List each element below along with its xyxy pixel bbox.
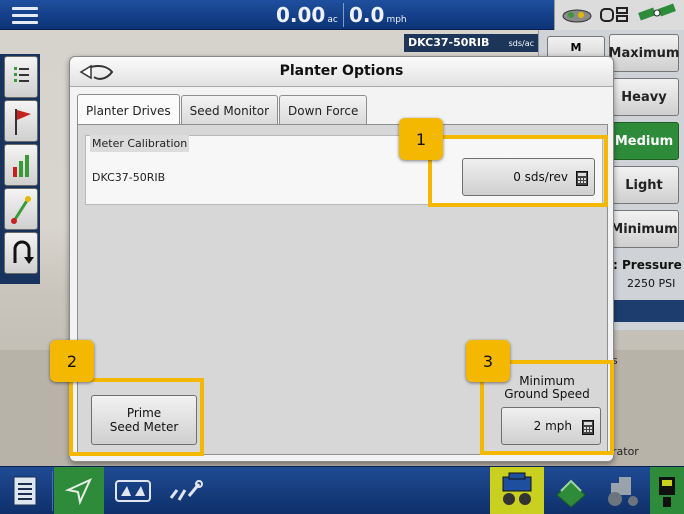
pressure-label: : Pressure: [613, 258, 682, 272]
rate-light-button[interactable]: Light: [609, 166, 679, 204]
left-tool-strip: [0, 54, 40, 284]
hybrid-tag: DKC37-50RIB sds/ac: [404, 34, 538, 52]
tractor-icon: [608, 477, 638, 506]
toolbar-separator: [52, 471, 53, 511]
u-turn-tool[interactable]: [4, 232, 38, 274]
flag-tool[interactable]: [4, 100, 38, 142]
display-button[interactable]: [650, 467, 684, 514]
display-link-icon: [600, 7, 628, 22]
menu-icon[interactable]: [12, 7, 38, 25]
meter-calibration-legend: Meter Calibration: [90, 135, 190, 152]
document-icon: [13, 476, 37, 506]
readout-divider: [343, 3, 344, 27]
implement-wrench-icon: [169, 480, 203, 501]
callout-badge-3: 3: [466, 340, 510, 382]
checklist-icon: [14, 67, 29, 82]
area-unit: ac: [327, 15, 338, 25]
guidance-button[interactable]: [54, 467, 104, 514]
top-status-bar: 0.00 ac 0.0 mph: [0, 0, 684, 30]
status-icon-tray[interactable]: [554, 0, 684, 30]
tab-seed-monitor[interactable]: Seed Monitor: [180, 95, 279, 125]
layers-button[interactable]: [546, 467, 596, 514]
rate-heavy-button[interactable]: Heavy: [609, 78, 679, 116]
hybrid-tag-unit: sds/ac: [508, 39, 534, 48]
background-partial-text-2: rator: [612, 445, 639, 458]
tractor-button[interactable]: [598, 467, 648, 514]
hybrid-name: DKC37-50RIB: [92, 171, 166, 184]
speed-value: 0.0: [349, 3, 385, 27]
callout-box-2: [69, 378, 204, 456]
bar-chart-icon: [13, 155, 29, 177]
field-map-icon: [115, 480, 151, 502]
planter-button[interactable]: [490, 467, 544, 514]
rate-medium-button[interactable]: Medium: [609, 122, 679, 160]
document-button[interactable]: [0, 467, 50, 514]
area-readout: 0.00 ac: [276, 3, 338, 27]
callout-badge-2: 2: [50, 340, 94, 382]
area-value: 0.00: [276, 3, 326, 27]
dialog-title: Planter Options: [279, 63, 404, 79]
implement-button[interactable]: [160, 467, 210, 514]
tab-bar: Planter Drives Seed Monitor Down Force: [77, 94, 368, 126]
ab-line-icon: [11, 196, 31, 224]
bar-chart-tool[interactable]: [4, 144, 38, 186]
bottom-toolbar: [0, 466, 684, 514]
display-icon: [659, 477, 675, 507]
speed-unit: mph: [386, 15, 407, 25]
pressure-value: 2250 PSI: [627, 277, 676, 290]
checklist-tool[interactable]: [4, 56, 38, 98]
rate-maximum-button[interactable]: Maximum: [609, 34, 679, 72]
callout-badge-1: 1: [399, 118, 443, 160]
u-turn-icon: [13, 240, 34, 264]
callout-box-1: [428, 135, 608, 207]
field-map-button[interactable]: [108, 467, 158, 514]
rate-minimum-button[interactable]: Minimum: [609, 210, 679, 248]
tab-down-force[interactable]: Down Force: [279, 95, 368, 125]
speed-readout: 0.0 mph: [349, 3, 407, 27]
guidance-arrow-icon: [64, 477, 93, 506]
ab-line-tool[interactable]: [4, 188, 38, 230]
gps-receiver-icon: [562, 9, 592, 23]
flag-icon: [15, 109, 31, 135]
satellite-icon: [638, 3, 676, 21]
planter-icon: [502, 472, 532, 505]
tab-planter-drives[interactable]: Planter Drives: [77, 94, 180, 126]
dialog-header: Planter Options: [70, 57, 613, 87]
layers-icon: [556, 479, 586, 508]
hybrid-tag-name: DKC37-50RIB: [408, 36, 490, 49]
